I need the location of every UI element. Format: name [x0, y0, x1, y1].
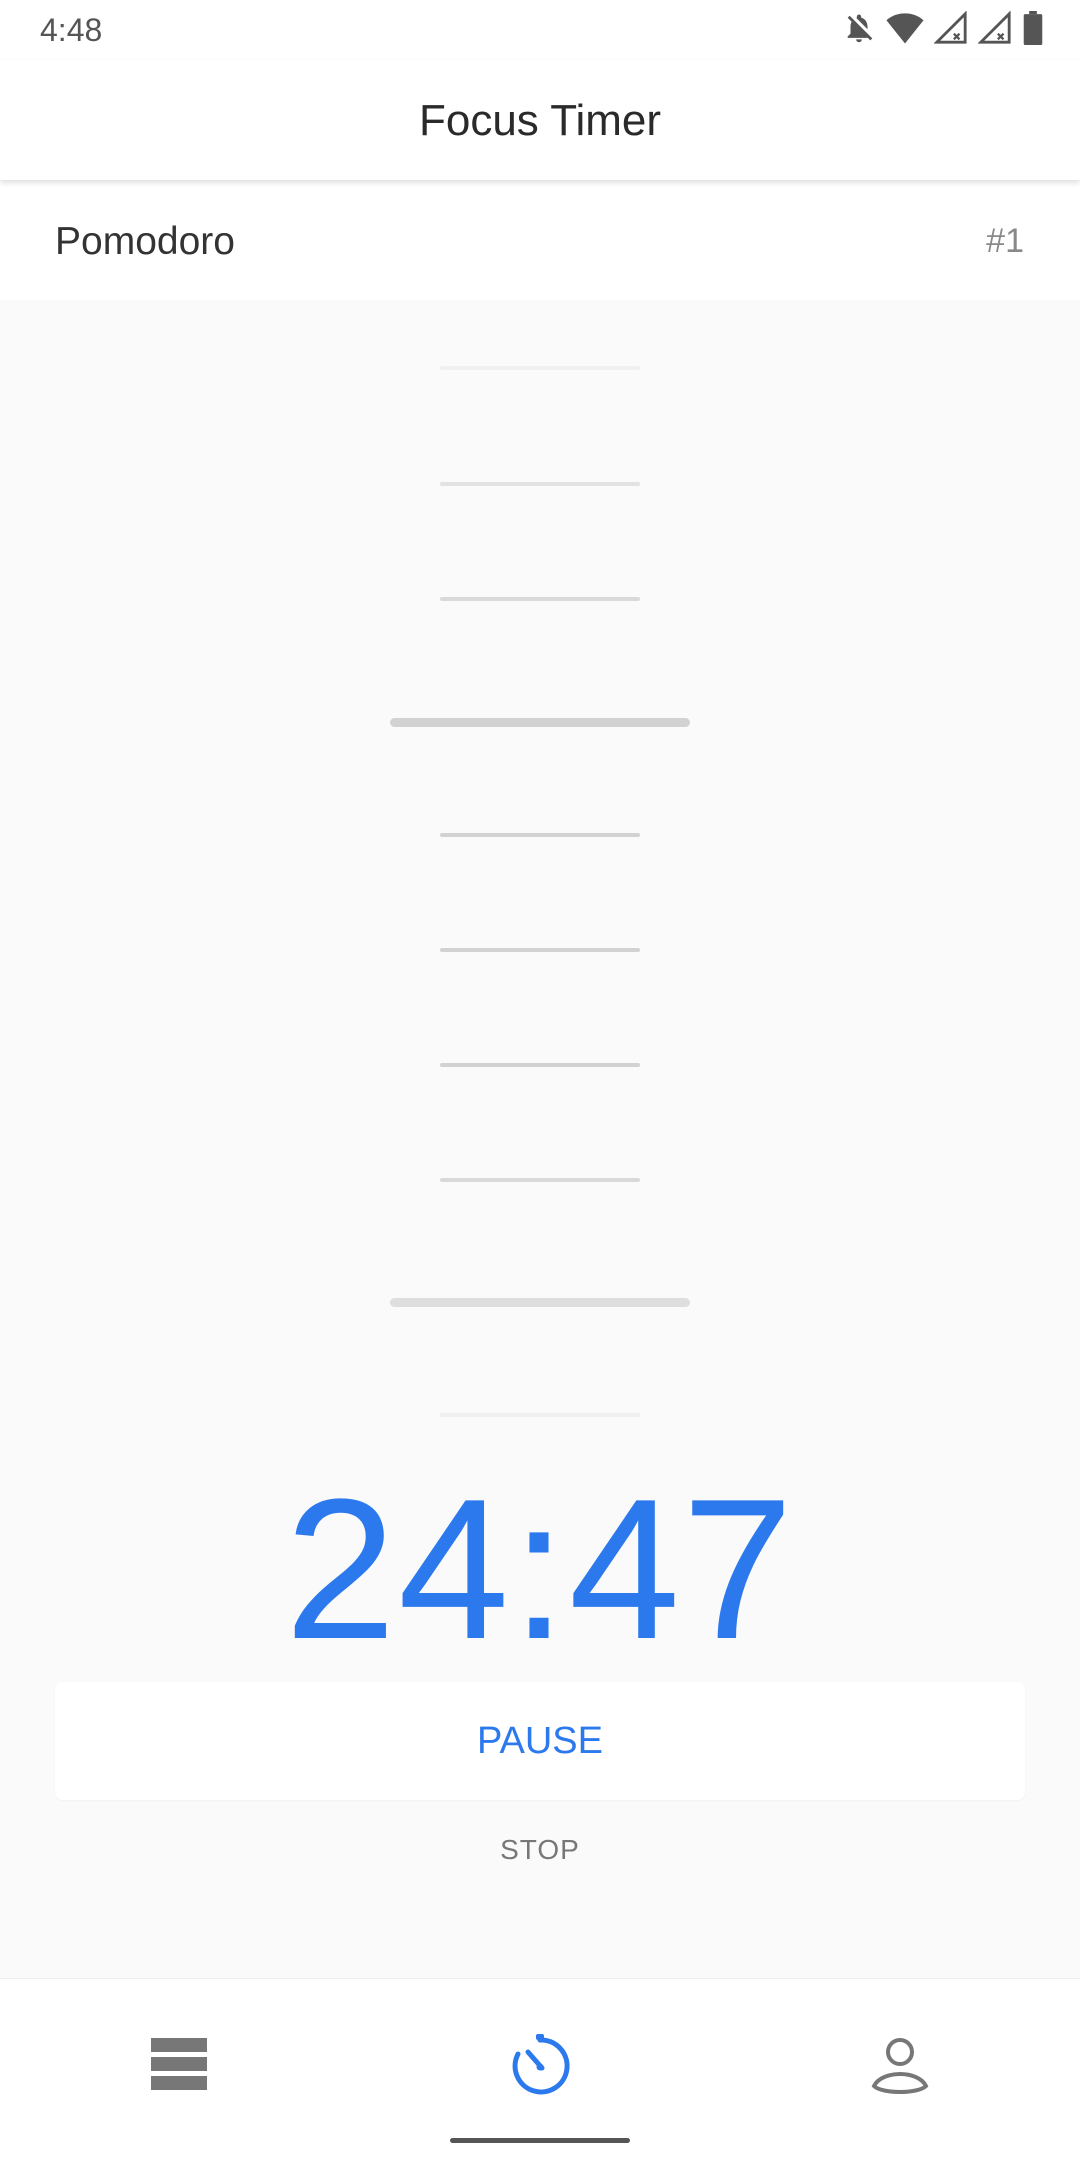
nav-tab-timer[interactable] — [495, 2019, 585, 2109]
dial-tick — [440, 948, 640, 952]
status-bar: 4:48 — [0, 0, 1080, 60]
nav-tab-profile[interactable] — [855, 2019, 945, 2109]
profile-icon — [871, 2038, 929, 2094]
task-name: Pomodoro — [55, 220, 235, 263]
signal-icon — [977, 9, 1012, 50]
status-time: 4:48 — [40, 12, 103, 48]
task-selector[interactable]: Pomodoro #1 — [0, 180, 1080, 300]
dial-tick — [440, 1413, 640, 1417]
battery-icon — [1022, 10, 1044, 50]
dial-tick — [440, 1178, 640, 1182]
signal-icon — [933, 9, 968, 50]
dial-tick — [440, 482, 640, 486]
list-icon — [151, 2038, 207, 2090]
notifications-off-icon — [842, 11, 876, 50]
dial-tick-major — [390, 1298, 690, 1307]
timer-icon — [512, 2034, 570, 2095]
task-count: #1 — [986, 222, 1024, 260]
nav-tab-list[interactable] — [134, 2019, 224, 2109]
app-bar: Focus Timer — [0, 60, 1080, 180]
dial-tick — [440, 833, 640, 837]
dial-tick — [440, 597, 640, 601]
stop-button[interactable]: STOP — [440, 1820, 640, 1880]
dial-tick-major — [390, 718, 690, 727]
page-title: Focus Timer — [418, 96, 662, 145]
home-indicator[interactable] — [450, 2138, 630, 2143]
bottom-navigation — [0, 1978, 1080, 2161]
dial-tick — [440, 366, 640, 370]
wifi-icon — [886, 11, 924, 50]
timer-dial[interactable] — [0, 300, 1080, 1440]
dial-tick — [440, 1063, 640, 1067]
status-icons — [842, 9, 1044, 50]
pause-button[interactable]: PAUSE — [55, 1682, 1025, 1800]
timer-display: 24:47 — [284, 1458, 796, 1681]
